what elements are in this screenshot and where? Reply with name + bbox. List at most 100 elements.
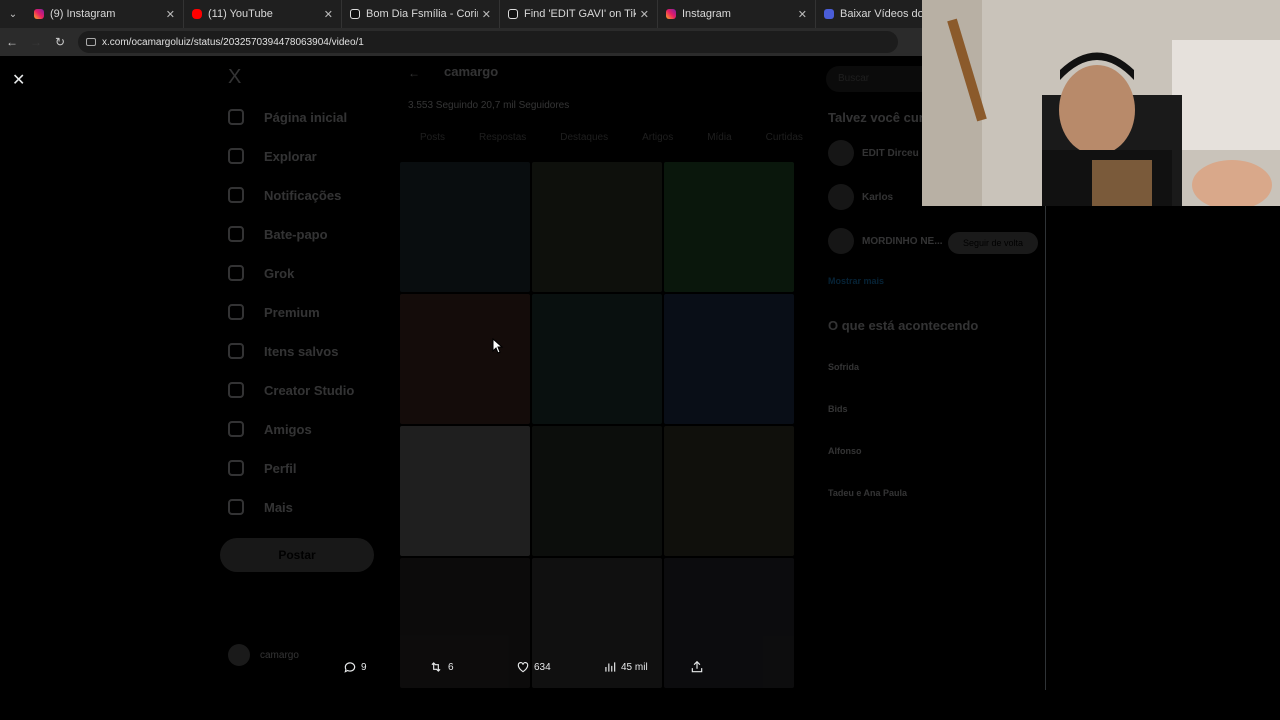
sidebar-item-label: Amigos [264, 421, 312, 437]
sidebar-item-chat[interactable]: Bate-papo [228, 221, 328, 247]
reply-icon [344, 662, 356, 673]
trend-item[interactable]: Alfonso [828, 446, 862, 456]
browser-tab[interactable]: (11) YouTube ✕ [184, 0, 342, 28]
close-tab-icon[interactable]: ✕ [640, 8, 649, 21]
tab-replies[interactable]: Respostas [479, 132, 526, 143]
sidebar-item-explore[interactable]: Explorar [228, 143, 317, 169]
trend-item[interactable]: Tadeu e Ana Paula [828, 488, 907, 498]
sidebar-item-profile[interactable]: Perfil [228, 455, 297, 481]
share-button[interactable] [690, 660, 708, 674]
sidebar-item-grok[interactable]: Grok [228, 260, 294, 286]
x-logo[interactable]: X [228, 66, 241, 89]
sidebar-item-label: Bate-papo [264, 226, 328, 242]
repost-button[interactable]: 6 [428, 660, 454, 674]
sidebar-item-label: Itens salvos [264, 343, 339, 359]
view-count: 45 mil [621, 661, 648, 673]
tab-title: (9) Instagram [50, 8, 116, 20]
home-icon [228, 109, 244, 125]
site-info-icon[interactable] [86, 38, 96, 46]
suggestion-name: EDIT Dirceu [862, 147, 919, 159]
browser-tab[interactable]: (9) Instagram ✕ [26, 0, 184, 28]
left-sidebar: X Página inicial Explorar Notificações B… [220, 56, 390, 720]
close-tab-icon[interactable]: ✕ [166, 8, 175, 21]
back-arrow-icon[interactable]: ← [408, 66, 420, 80]
browser-tab[interactable]: Bom Dia Fsmília - Corintianos ✕ [342, 0, 500, 28]
like-button[interactable]: 634 [516, 660, 551, 674]
media-thumbnail[interactable] [400, 162, 530, 292]
tab-title: (11) YouTube [208, 8, 273, 20]
sidebar-item-friends[interactable]: Amigos [228, 416, 312, 442]
share-icon [691, 660, 703, 673]
analytics-icon [605, 662, 616, 672]
lightning-icon [228, 382, 244, 398]
search-icon [228, 148, 244, 164]
close-tab-icon[interactable]: ✕ [324, 8, 333, 21]
tab-highlights[interactable]: Destaques [560, 132, 608, 143]
suggestion-item[interactable]: MORDINHO NE... [828, 228, 943, 254]
sidebar-item-home[interactable]: Página inicial [228, 104, 347, 130]
reply-count: 9 [361, 661, 367, 673]
media-thumbnail[interactable] [400, 426, 530, 556]
views-button[interactable]: 45 mil [603, 660, 648, 674]
trend-item[interactable]: Sofrida [828, 362, 859, 372]
media-thumbnail[interactable] [532, 294, 662, 424]
reload-icon[interactable]: ↻ [48, 35, 72, 49]
back-arrow-icon[interactable]: ← [0, 35, 24, 49]
mail-icon [228, 226, 244, 242]
suggestion-name: Karlos [862, 191, 894, 203]
tab-media[interactable]: Mídia [707, 132, 731, 143]
sidebar-item-label: Explorar [264, 148, 317, 164]
media-thumbnail[interactable] [664, 294, 794, 424]
sidebar-item-bookmarks[interactable]: Itens salvos [228, 338, 338, 364]
tab-title: Instagram [682, 8, 731, 20]
bookmark-icon [228, 343, 244, 359]
suggestion-item[interactable]: EDIT Dirceu [828, 140, 919, 166]
reply-button[interactable]: 9 [343, 660, 367, 674]
people-icon [228, 421, 244, 437]
url-text: x.com/ocamargoluiz/status/20325703944780… [102, 36, 364, 48]
profile-stats: 3.553 Seguindo 20,7 mil Seguidores [408, 100, 570, 111]
media-thumbnail[interactable] [664, 426, 794, 556]
close-tab-icon[interactable]: ✕ [482, 8, 491, 21]
tab-posts[interactable]: Posts [420, 132, 445, 143]
address-bar[interactable]: x.com/ocamargoluiz/status/20325703944780… [78, 31, 898, 53]
trends-title: O que está acontecendo [828, 318, 979, 333]
bell-icon [228, 187, 244, 203]
post-action-bar: 9 6 634 45 mil [0, 660, 1280, 684]
grok-icon [228, 265, 244, 281]
sidebar-item-premium[interactable]: Premium [228, 299, 320, 325]
tab-title: Bom Dia Fsmília - Corintianos [366, 8, 478, 20]
instagram-icon [666, 9, 676, 19]
forward-arrow-icon[interactable]: → [24, 35, 48, 49]
sidebar-item-creator-studio[interactable]: Creator Studio [228, 377, 354, 403]
tab-search-icon[interactable]: ⌄ [0, 0, 26, 28]
sidebar-item-notifications[interactable]: Notificações [228, 182, 341, 208]
close-tab-icon[interactable]: ✕ [798, 8, 807, 21]
repost-icon [431, 662, 441, 672]
sidebar-item-label: Mais [264, 499, 293, 515]
browser-tab[interactable]: Find 'EDIT GAVI' on TikTok | Tik ✕ [500, 0, 658, 28]
trend-item[interactable]: Bids [828, 404, 848, 414]
suggestion-name: MORDINHO NE... [862, 235, 943, 247]
profile-tabs: Posts Respostas Destaques Artigos Mídia … [420, 132, 803, 143]
post-button[interactable]: Postar [220, 538, 374, 572]
sidebar-item-label: Página inicial [264, 109, 348, 125]
tab-title: Find 'EDIT GAVI' on TikTok | Tik [524, 8, 636, 20]
tab-articles[interactable]: Artigos [642, 132, 673, 143]
follow-back-button[interactable]: Seguir de volta [948, 232, 1038, 254]
mouse-cursor-icon [492, 338, 504, 354]
media-thumbnail[interactable] [532, 162, 662, 292]
show-more-link[interactable]: Mostrar mais [828, 276, 884, 286]
site-icon [824, 9, 834, 19]
suggestion-item[interactable]: Karlos [828, 184, 893, 210]
tab-likes[interactable]: Curtidas [766, 132, 803, 143]
media-thumbnail[interactable] [400, 294, 530, 424]
profile-column: ← camargo 3.553 Seguindo 20,7 mil Seguid… [400, 56, 803, 720]
repost-count: 6 [448, 661, 454, 673]
media-thumbnail[interactable] [532, 426, 662, 556]
browser-tab[interactable]: Instagram ✕ [658, 0, 816, 28]
instagram-icon [34, 9, 44, 19]
media-thumbnail[interactable] [664, 162, 794, 292]
close-icon[interactable]: ✕ [12, 70, 25, 90]
sidebar-item-more[interactable]: Mais [228, 494, 293, 520]
